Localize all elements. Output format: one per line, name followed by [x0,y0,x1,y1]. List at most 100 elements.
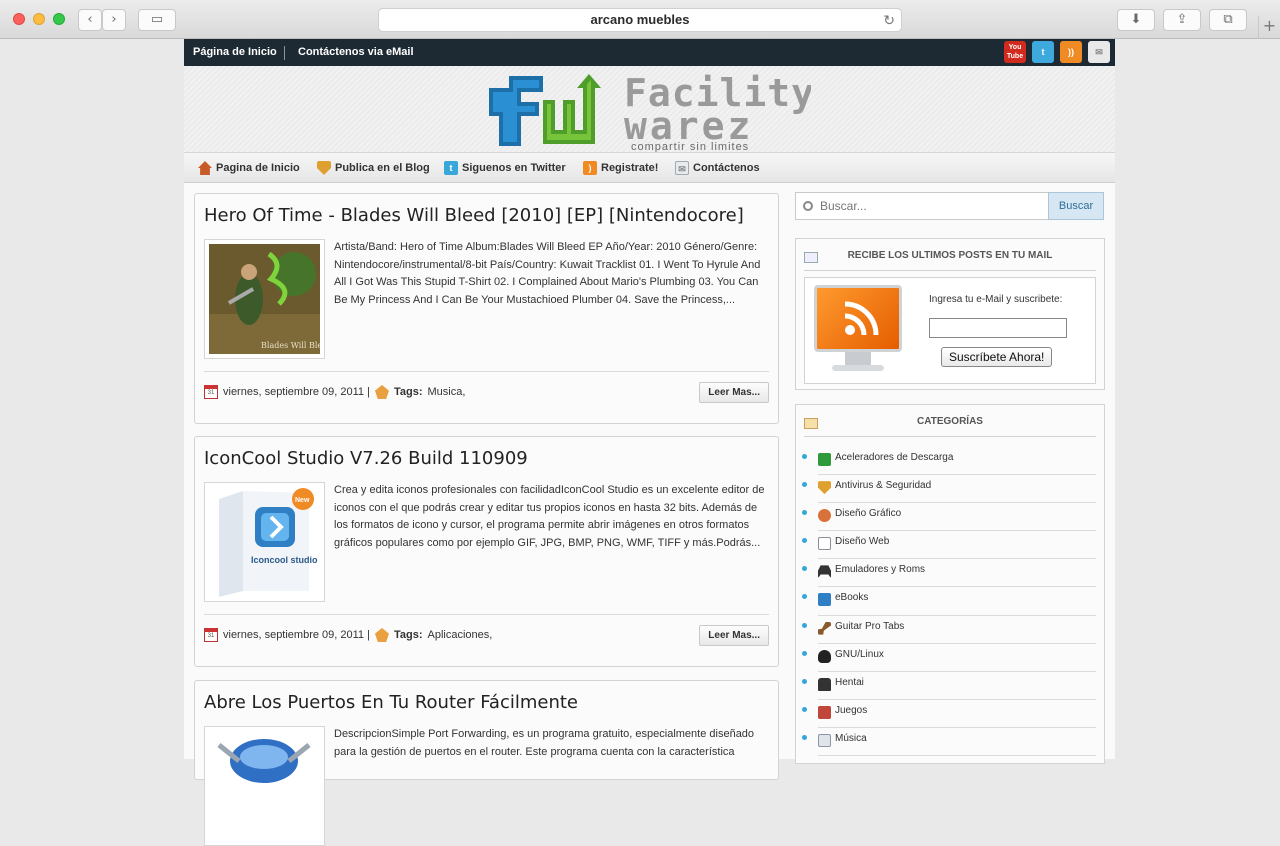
twitter-icon[interactable]: t [1032,41,1054,63]
post-excerpt: Crea y edita iconos profesionales con fa… [334,484,765,550]
tag-icon [374,628,389,642]
widget-header: RECIBE LOS ULTIMOS POSTS EN TU MAIL [804,239,1096,271]
topbar-link-contact[interactable]: Contáctenos via eMail [298,39,414,66]
post-tag-link[interactable]: Aplicaciones, [428,629,493,641]
post-excerpt: Artista/Band: Hero of Time Album:Blades … [334,241,761,307]
subscribe-label: Ingresa tu e-Mail y suscribete: [929,294,1063,305]
search-input[interactable]: Buscar... [795,192,1049,220]
post-card: IconCool Studio V7.26 Build 110909 Iconc… [194,436,779,667]
post-excerpt: DescripcionSimple Port Forwarding, es un… [334,728,755,758]
category-label: Aceleradores de Descarga [835,452,954,463]
nav-item-label: Contáctenos [693,162,760,174]
post-thumbnail[interactable]: Blades Will Bleed [204,239,332,359]
category-item[interactable]: Antivirus & Seguridad [796,475,1104,504]
mail-icon: ✉ [675,161,689,175]
close-window-button[interactable] [13,13,25,25]
categories-widget: CATEGORÍAS Aceleradores de Descarga Anti… [795,404,1105,764]
web-page: Página de Inicio Contáctenos via eMail Y… [184,39,1115,846]
thumb-caption: Iconcool studio [251,555,318,565]
category-item[interactable]: Hentai [796,672,1104,700]
downloads-button[interactable]: ⬇ [1117,9,1155,31]
mail-icon [804,252,818,263]
youtube-label: You Tube [1006,44,1024,60]
rss-icon: ) [583,161,597,175]
widget-title: RECIBE LOS ULTIMOS POSTS EN TU MAIL [847,250,1053,261]
category-item[interactable]: Guitar Pro Tabs [796,616,1104,644]
category-label: GNU/Linux [835,648,884,660]
category-label: Emuladores y Roms [835,564,926,576]
plus-icon: + [1262,16,1277,35]
category-item[interactable]: eBooks [796,587,1104,616]
youtube-icon[interactable]: You Tube [1004,41,1026,63]
folder-icon [804,418,818,429]
email-field[interactable] [929,318,1067,338]
tabs-button[interactable]: ⧉ [1209,9,1247,31]
post-date: viernes, septiembre 09, 2011 | [223,629,370,641]
nav-item-label: Publica en el Blog [335,162,430,174]
iconcool-box-image: Iconcool studio New [209,487,320,597]
new-tab-button[interactable]: + [1258,16,1280,39]
post-title[interactable]: Hero Of Time - Blades Will Bleed [2010] … [204,205,744,226]
search-button[interactable]: Buscar [1048,192,1104,220]
address-text: arcano muebles [590,12,690,27]
bullet [802,482,807,488]
post-title[interactable]: IconCool Studio V7.26 Build 110909 [204,448,528,469]
penguin-icon [818,649,831,663]
nav-item-register[interactable]: ) Registrate! [583,153,658,183]
forward-button[interactable]: › [102,9,126,31]
guitar-icon [818,621,831,635]
minimize-window-button[interactable] [33,13,45,25]
sidebar-icon: ▭ [150,12,164,27]
category-item[interactable]: Música [796,728,1104,757]
read-more-button[interactable]: Leer Mas... [699,382,769,403]
web-design-icon [818,537,831,551]
nav-item-publish[interactable]: Publica en el Blog [317,153,430,183]
reload-icon[interactable]: ↻ [883,9,895,31]
logo-tagline: compartir sin limites [631,141,749,152]
rss-icon[interactable]: )) [1060,41,1082,63]
home-icon [198,161,212,175]
category-item[interactable]: Aceleradores de Descarga [796,447,1104,476]
bullet [802,622,807,628]
top-bar: Página de Inicio Contáctenos via eMail Y… [184,39,1115,66]
read-more-button[interactable]: Leer Mas... [699,625,769,646]
search-placeholder: Buscar... [820,199,867,213]
address-bar[interactable]: arcano muebles ↻ [378,8,902,32]
facilitywarez-logo[interactable]: Facility warez compartir sin limites [481,70,811,152]
nav-item-home[interactable]: Pagina de Inicio [198,153,300,183]
post-date: viernes, septiembre 09, 2011 | [223,386,370,398]
zoom-window-button[interactable] [53,13,65,25]
post-thumbnail[interactable]: Iconcool studio New [204,482,325,602]
back-button[interactable]: ‹ [78,9,102,31]
category-item[interactable]: Diseño Web [796,531,1104,560]
mail-icon[interactable]: ✉ [1088,41,1110,63]
bullet [802,454,807,459]
post-thumbnail[interactable] [204,726,325,846]
nav-item-contact[interactable]: ✉ Contáctenos [675,153,760,183]
post-card: Abre Los Puertos En Tu Router Fácilmente… [194,680,779,846]
nav-item-label: Siguenos en Twitter [462,162,566,174]
post-tag-link[interactable]: Musica, [428,386,466,398]
category-item[interactable]: GNU/Linux [796,644,1104,672]
share-button[interactable]: ⇪ [1163,9,1201,31]
nav-item-label: Registrate! [601,162,659,174]
calendar-icon: 31 [204,385,218,399]
subscribe-button[interactable]: Suscríbete Ahora! [941,347,1053,367]
post-title[interactable]: Abre Los Puertos En Tu Router Fácilmente [204,692,578,713]
category-label: eBooks [835,592,869,604]
port-forwarding-image [209,731,320,841]
category-item[interactable]: Juegos [796,700,1104,728]
category-item[interactable]: Diseño Gráfico [796,503,1104,532]
chevron-right-icon: › [111,12,117,27]
sidebar-toggle-button[interactable]: ▭ [138,9,176,31]
topbar-link-home[interactable]: Página de Inicio [193,39,277,66]
category-item[interactable]: Emuladores y Roms [796,559,1104,588]
monitor-base [832,365,884,371]
search-form: Buscar... Buscar [795,192,1104,220]
category-list: Aceleradores de Descarga Antivirus & Seg… [796,447,1104,757]
twitter-icon: t [444,161,458,175]
subscribe-panel: Ingresa tu e-Mail y suscribete: Suscríbe… [804,277,1096,384]
post-footer: 31 viernes, septiembre 09, 2011 | Tags: … [204,614,769,654]
shield-icon [317,161,331,175]
nav-item-twitter[interactable]: t Siguenos en Twitter [444,153,566,183]
